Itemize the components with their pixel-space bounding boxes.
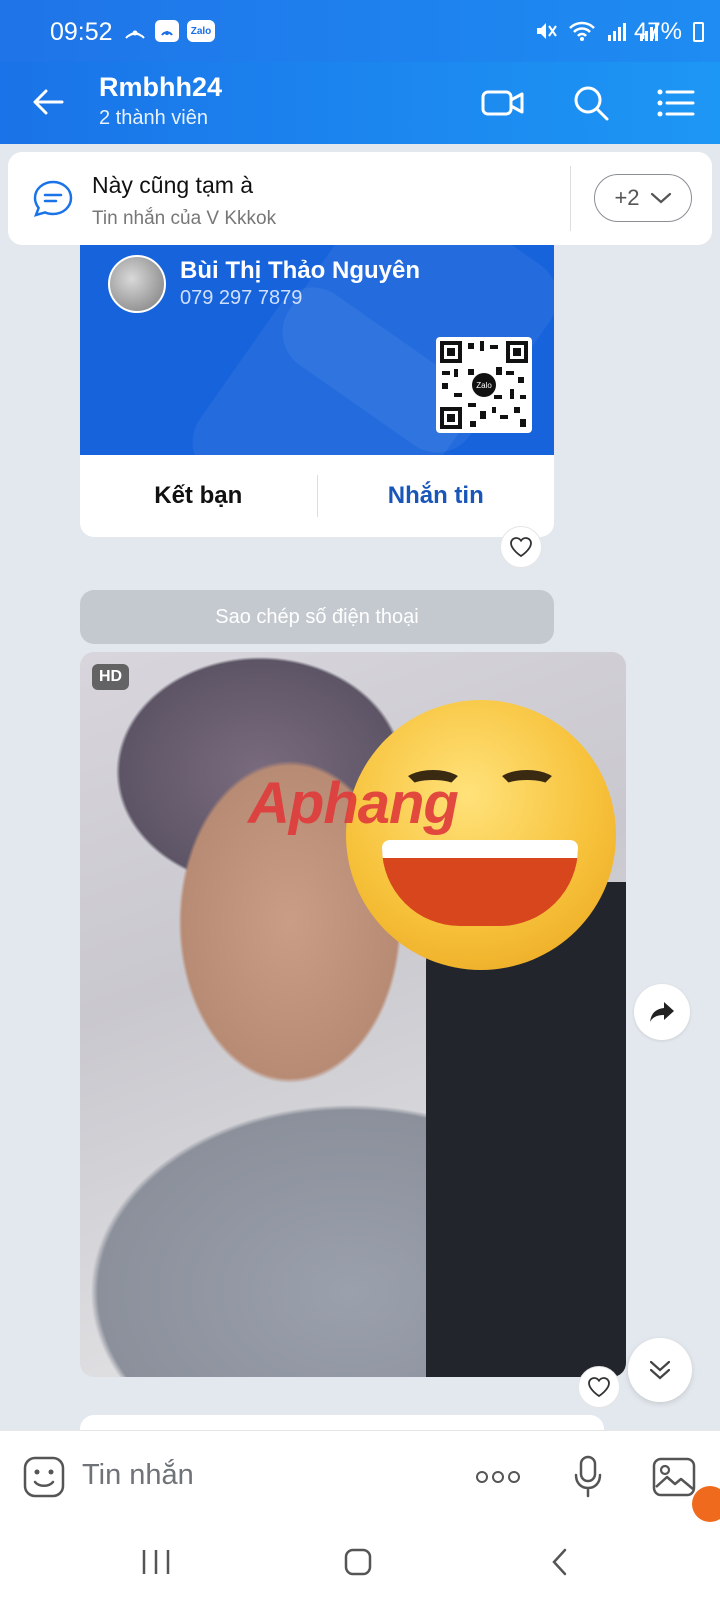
share-arrow-icon [650, 1002, 674, 1022]
signal-icon-1 [606, 20, 628, 47]
share-button[interactable] [634, 984, 690, 1040]
pinned-message-bar[interactable]: Này cũng tạm à Tin nhắn của V Kkkok +2 [8, 152, 712, 245]
contact-name: Bùi Thị Thảo Nguyên [180, 257, 420, 284]
pinned-divider [570, 166, 571, 231]
floating-notification-icon[interactable] [692, 1486, 720, 1522]
message-input[interactable]: Tin nhắn [82, 1459, 194, 1492]
home-icon [344, 1548, 372, 1576]
chat-title[interactable]: Rmbhh24 [99, 72, 222, 103]
wifi-icon [568, 20, 596, 47]
message-input-bar: Tin nhắn [0, 1430, 720, 1522]
double-chevron-down-icon [649, 1360, 671, 1380]
contact-avatar[interactable] [108, 255, 166, 313]
photo-message[interactable]: HD Aphang [80, 652, 626, 1377]
copy-phone-button[interactable]: Sao chép số điện thoại [80, 590, 554, 644]
status-bar: 09:52 Zalo 47% [0, 0, 720, 62]
more-dots-icon [476, 1471, 520, 1483]
more-pinned-count: +2 [614, 185, 640, 210]
qr-logo-text: Zalo [476, 381, 492, 390]
watermark: Aphang [248, 771, 459, 836]
chevron-down-icon [650, 192, 671, 204]
qr-code[interactable]: Zalo [436, 337, 532, 433]
back-button[interactable] [28, 82, 68, 122]
add-friend-button[interactable]: Kết bạn [80, 455, 317, 537]
search-button[interactable] [568, 80, 614, 126]
chat-bubble-icon [30, 176, 76, 222]
pinned-message-sender: Tin nhắn của V Kkkok [92, 208, 277, 229]
send-message-button[interactable]: Nhắn tin [318, 455, 555, 537]
battery-icon [693, 22, 704, 42]
sticker-button[interactable] [22, 1455, 66, 1499]
microphone-icon [574, 1455, 602, 1498]
back-chevron-icon [552, 1548, 567, 1576]
zalo-notification-icon: Zalo [187, 20, 215, 42]
chat-header: Rmbhh24 2 thành viên [0, 62, 720, 144]
contact-phone: 079 297 7879 [180, 287, 303, 309]
more-pinned-button[interactable]: +2 [594, 174, 692, 222]
home-button[interactable] [338, 1542, 378, 1582]
voice-button[interactable] [564, 1453, 612, 1501]
status-left-icons: Zalo [123, 20, 215, 42]
hotspot-icon [123, 20, 147, 42]
pinned-message-text: Này cũng tạm à [92, 172, 254, 198]
react-button[interactable] [500, 526, 542, 568]
emoji-eye [496, 770, 558, 800]
image-gallery-icon [652, 1457, 696, 1497]
heart-icon [588, 1377, 610, 1398]
more-button[interactable] [474, 1453, 522, 1501]
back-nav-button[interactable] [540, 1542, 580, 1582]
mute-icon [534, 20, 558, 47]
emoji-mouth [382, 840, 578, 926]
battery-level: 47% [633, 18, 682, 45]
member-count[interactable]: 2 thành viên [99, 107, 208, 130]
status-time: 09:52 [50, 18, 113, 46]
menu-button[interactable] [652, 80, 698, 126]
recent-apps-button[interactable] [136, 1542, 176, 1582]
hd-badge: HD [92, 664, 130, 690]
system-nav-bar [0, 1522, 720, 1600]
image-button[interactable] [650, 1453, 698, 1501]
react-button-photo[interactable] [578, 1366, 620, 1408]
scroll-to-bottom-button[interactable] [628, 1338, 692, 1402]
sticker-face-icon [23, 1456, 65, 1498]
video-call-button[interactable] [480, 80, 526, 126]
contact-card-message[interactable]: Bùi Thị Thảo Nguyên 079 297 7879 Zalo Kế… [80, 245, 554, 537]
recent-apps-icon [142, 1550, 170, 1574]
contact-card-header: Bùi Thị Thảo Nguyên 079 297 7879 Zalo [80, 245, 554, 455]
contact-card-actions: Kết bạn Nhắn tin [80, 455, 554, 537]
heart-icon [510, 537, 532, 558]
wifi-calling-icon [155, 20, 179, 42]
